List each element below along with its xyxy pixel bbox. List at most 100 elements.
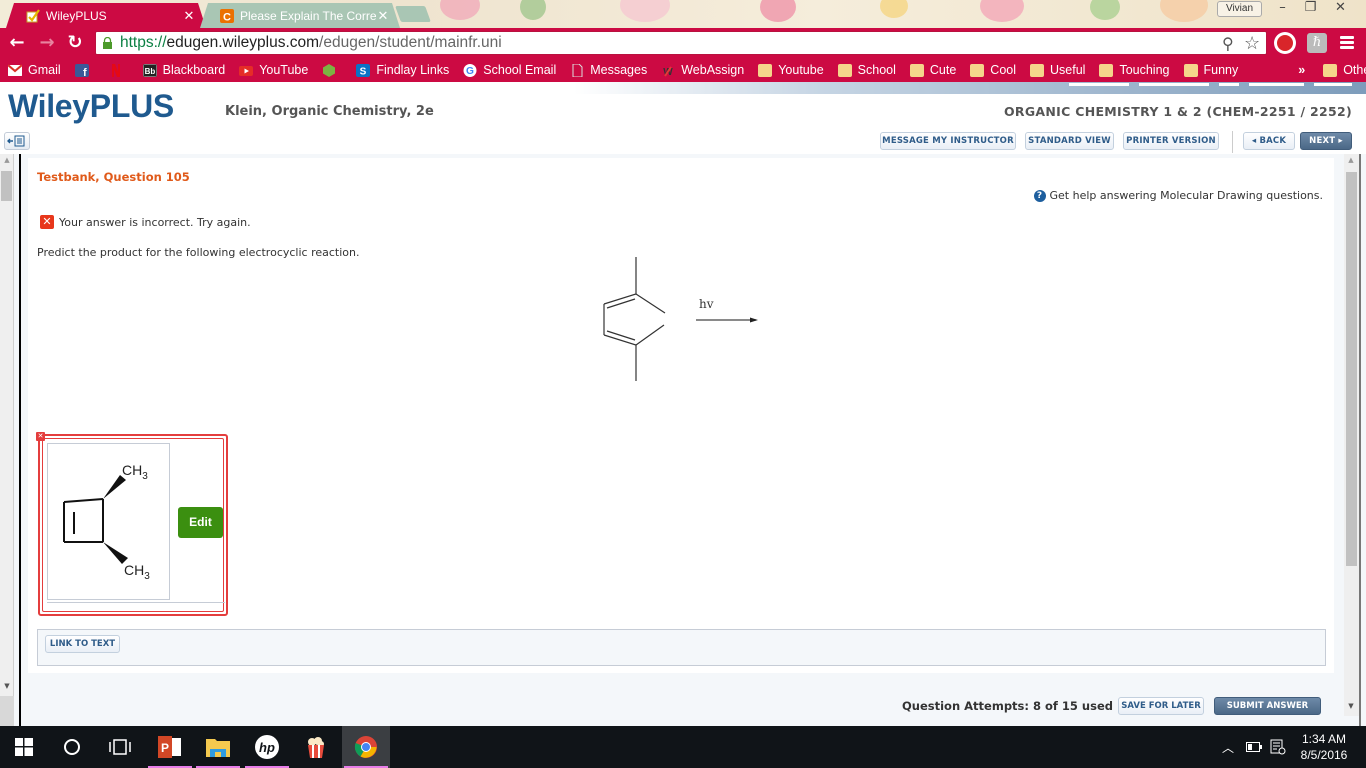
bookmark-school-email[interactable]: G School Email: [463, 63, 556, 77]
header-divider: [1232, 131, 1233, 153]
bookmark-findlay-links[interactable]: S Findlay Links: [356, 63, 449, 77]
bookmark-blackboard[interactable]: Bb Blackboard: [142, 63, 225, 77]
new-tab-button[interactable]: [395, 6, 431, 22]
bookmark-facebook[interactable]: f: [74, 63, 95, 77]
bookmark-gmail[interactable]: Gmail: [8, 63, 61, 77]
taskbar-hp[interactable]: hp: [243, 726, 291, 768]
scroll-up-arrow-icon[interactable]: ▲: [1344, 156, 1358, 164]
scroll-down-arrow-icon[interactable]: ▼: [0, 682, 14, 690]
message-instructor-button[interactable]: MESSAGE MY INSTRUCTOR: [880, 132, 1016, 150]
wileyplus-logo[interactable]: WileyPLUS: [8, 88, 174, 125]
action-center-icon[interactable]: [1270, 726, 1286, 768]
hexadiene-structure: [603, 257, 758, 381]
bookmark-webassign[interactable]: W WebAssign: [661, 63, 744, 77]
folder-icon: [1323, 63, 1338, 77]
left-scrollbar[interactable]: ▲ ▼: [0, 154, 14, 696]
show-hidden-icons-button[interactable]: ︿: [1222, 726, 1234, 768]
save-for-later-button[interactable]: SAVE FOR LATER: [1118, 697, 1204, 715]
taskbar-popcorn-time[interactable]: [292, 726, 340, 768]
scroll-up-arrow-icon[interactable]: ▲: [0, 156, 14, 164]
molecule-canvas[interactable]: CH3 CH3: [47, 443, 170, 600]
scroll-down-arrow-icon[interactable]: ▼: [1344, 702, 1358, 710]
chrome-menu-icon[interactable]: [1340, 36, 1354, 50]
svg-text:S: S: [360, 66, 367, 77]
start-button[interactable]: [0, 726, 48, 768]
bookmark-other[interactable]: Other bookmarks: [1323, 63, 1366, 77]
bookmark-folder-school[interactable]: School: [837, 63, 896, 77]
question-content: Testbank, Question 105 ? Get help answer…: [28, 158, 1334, 673]
restore-button[interactable]: ❐: [1296, 0, 1325, 18]
wallpaper-flower: [440, 0, 480, 20]
back-arrow-icon[interactable]: ←: [6, 32, 28, 54]
question-frame: ▲ ▼ Testbank, Question 105 ? Get help an…: [0, 154, 1366, 726]
folder-icon: [970, 63, 985, 77]
bookmarks-overflow-button[interactable]: »: [1298, 63, 1305, 77]
forward-arrow-icon[interactable]: →: [36, 32, 58, 54]
adblock-extension-icon[interactable]: [1274, 32, 1296, 54]
tab-wileyplus[interactable]: WileyPLUS ✕: [6, 3, 206, 28]
bookmark-hexagon-app[interactable]: [322, 63, 342, 77]
zoom-icon[interactable]: ⚲: [1222, 34, 1234, 56]
header-user-links[interactable]: [1069, 82, 1352, 88]
blackboard-icon: Bb: [142, 63, 157, 77]
bookmark-folder-youtube[interactable]: Youtube: [758, 63, 824, 77]
back-button[interactable]: ◂ BACK: [1243, 132, 1295, 150]
chegg-favicon: C: [220, 9, 234, 23]
submit-answer-button[interactable]: SUBMIT ANSWER: [1214, 697, 1321, 715]
bookmark-folder-funny[interactable]: Funny: [1183, 63, 1238, 77]
folder-icon: [1183, 63, 1198, 77]
methyl-label-bottom: CH3: [124, 562, 150, 582]
honey-extension-icon[interactable]: ℏ: [1307, 33, 1327, 53]
url-path: /edugen/student/mainfr.uni: [319, 34, 502, 51]
bookmark-youtube[interactable]: YouTube: [239, 63, 308, 77]
bookmark-messages[interactable]: Messages: [570, 63, 647, 77]
sharepoint-icon: S: [356, 63, 371, 77]
bookmarks-bar: Gmail f Bb Blackboard YouTube S Findlay …: [0, 58, 1366, 82]
link-to-text-button[interactable]: LINK TO TEXT: [45, 635, 120, 653]
close-tab-icon[interactable]: ✕: [376, 8, 390, 24]
frame-divider[interactable]: [19, 154, 21, 726]
bookmark-folder-touching[interactable]: Touching: [1099, 63, 1170, 77]
reload-icon[interactable]: ↻: [64, 32, 86, 54]
question-prompt: Predict the product for the following el…: [37, 246, 360, 259]
system-clock[interactable]: 1:34 AM 8/5/2016: [1296, 731, 1352, 763]
taskbar-chrome[interactable]: [342, 726, 390, 768]
bookmark-folder-cool[interactable]: Cool: [970, 63, 1016, 77]
scrollbar-thumb[interactable]: [1, 171, 12, 201]
minimize-button[interactable]: –: [1268, 0, 1297, 18]
standard-view-button[interactable]: STANDARD VIEW: [1025, 132, 1114, 150]
address-bar[interactable]: https://edugen.wileyplus.com/edugen/stud…: [95, 31, 1267, 55]
profile-button[interactable]: Vivian: [1217, 1, 1262, 17]
answer-divider: [47, 602, 225, 603]
svg-text:P: P: [161, 741, 169, 755]
wallpaper-flower: [880, 0, 908, 18]
battery-icon[interactable]: [1246, 726, 1262, 768]
task-view-icon: [109, 739, 131, 755]
wileyplus-favicon: [26, 9, 40, 23]
edit-button[interactable]: Edit: [178, 507, 223, 538]
bookmark-folder-useful[interactable]: Useful: [1030, 63, 1085, 77]
powerpoint-icon: P: [158, 736, 181, 758]
toggle-sidebar-button[interactable]: [4, 132, 30, 150]
taskbar-powerpoint[interactable]: P: [146, 726, 194, 768]
bookmark-folder-cute[interactable]: Cute: [909, 63, 956, 77]
next-button[interactable]: NEXT ▸: [1300, 132, 1352, 150]
taskbar-file-explorer[interactable]: [194, 726, 242, 768]
molecular-drawing-help-link[interactable]: ? Get help answering Molecular Drawing q…: [1033, 189, 1323, 202]
close-window-button[interactable]: ✕: [1326, 0, 1355, 18]
cortana-button[interactable]: [48, 726, 96, 768]
incorrect-x-icon: ✕: [40, 215, 54, 229]
tab-chegg[interactable]: C Please Explain The Correc ✕: [200, 3, 400, 28]
printer-version-button[interactable]: PRINTER VERSION: [1123, 132, 1219, 150]
file-explorer-icon: [206, 739, 230, 757]
right-scrollbar[interactable]: ▲ ▼: [1344, 154, 1359, 716]
task-view-button[interactable]: [96, 726, 144, 768]
methyl-label-top: CH3: [122, 462, 148, 482]
wallpaper-flower: [1160, 0, 1208, 22]
scrollbar-thumb[interactable]: [1346, 172, 1357, 566]
bookmark-netflix[interactable]: [109, 63, 129, 77]
url-host: edugen.wileyplus.com: [166, 34, 320, 51]
close-tab-icon[interactable]: ✕: [182, 8, 196, 24]
browser-titlebar: WileyPLUS ✕ C Please Explain The Correc …: [0, 0, 1366, 28]
bookmark-star-icon[interactable]: ☆: [1244, 32, 1260, 54]
